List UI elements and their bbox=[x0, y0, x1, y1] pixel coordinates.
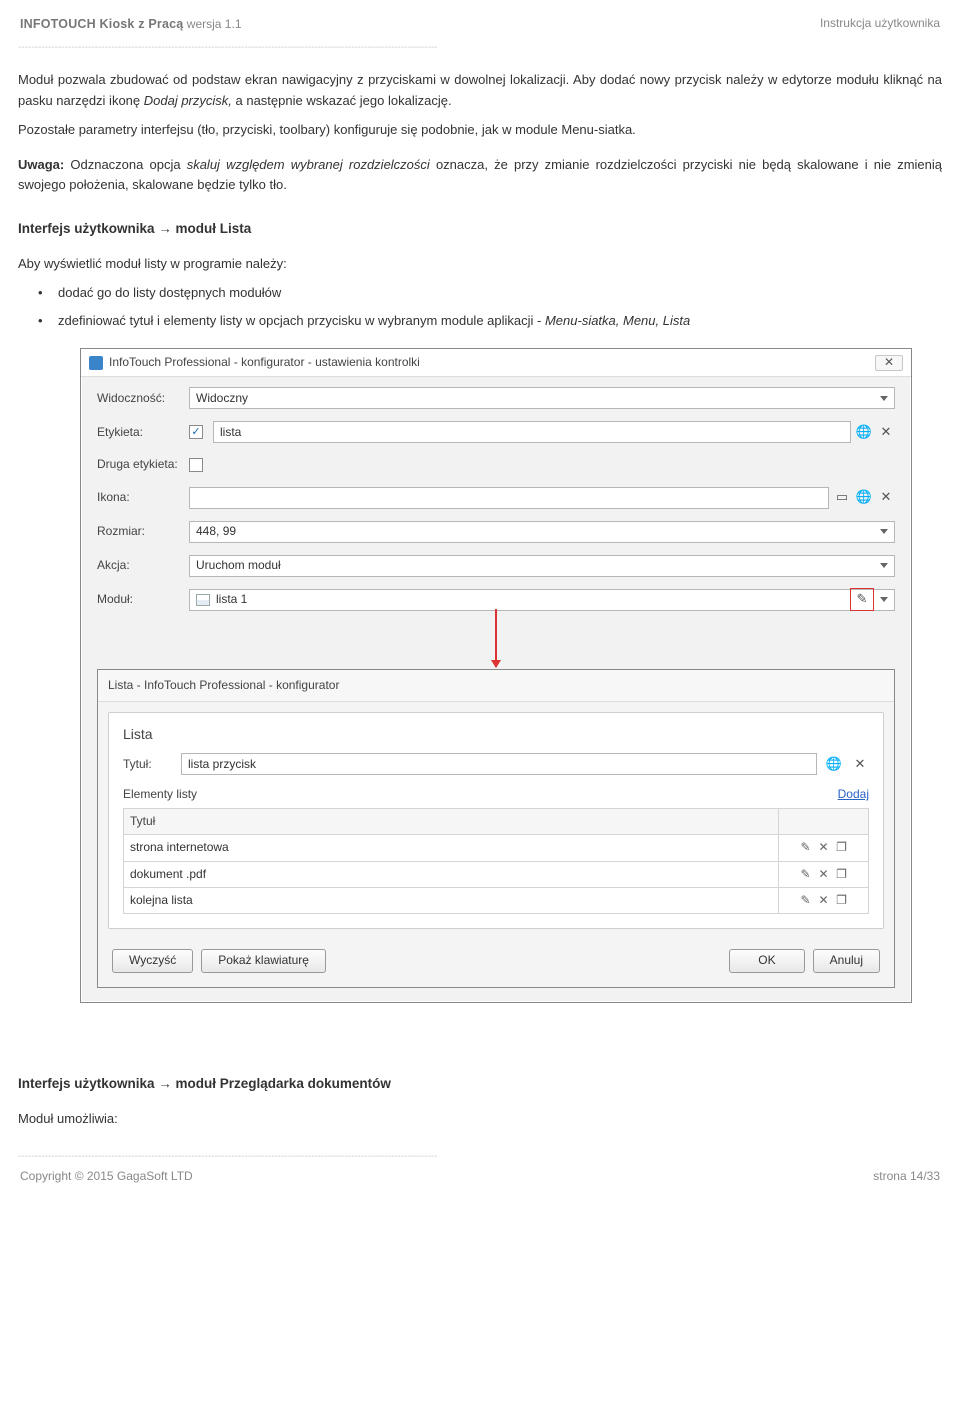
edit-icon[interactable]: ✎ bbox=[797, 891, 815, 910]
footer-copyright: Copyright © 2015 GagaSoft LTD bbox=[20, 1167, 193, 1186]
label-etykieta: Etykieta: bbox=[97, 423, 189, 442]
titlebar: InfoTouch Professional - konfigurator - … bbox=[81, 349, 911, 377]
copy-icon[interactable]: ❐ bbox=[833, 838, 851, 857]
label-ikona: Ikona: bbox=[97, 488, 189, 507]
folder-icon[interactable]: ▭ bbox=[833, 489, 851, 507]
list-intro: Aby wyświetlić moduł listy w programie n… bbox=[18, 254, 942, 275]
product-name: INFOTOUCH Kiosk z Pracą bbox=[20, 17, 183, 31]
item-title: dokument .pdf bbox=[124, 861, 779, 887]
button-ok[interactable]: OK bbox=[729, 949, 804, 973]
list-module-icon bbox=[196, 594, 210, 606]
label-elementy-listy: Elementy listy bbox=[123, 785, 197, 804]
select-widocznosc[interactable]: Widoczny bbox=[189, 387, 895, 409]
page-footer: Copyright © 2015 GagaSoft LTD strona 14/… bbox=[18, 1167, 942, 1200]
table-row: dokument .pdf ✎✕❐ bbox=[124, 861, 869, 887]
edit-icon: ✎ bbox=[853, 590, 871, 608]
items-table: Tytuł strona internetowa ✎✕❐ dokument .p… bbox=[123, 808, 869, 914]
button-anuluj[interactable]: Anuluj bbox=[813, 949, 880, 973]
clear-icon[interactable]: ✕ bbox=[877, 489, 895, 507]
label-tytul: Tytuł: bbox=[123, 755, 173, 774]
panel-heading: Lista bbox=[123, 723, 869, 745]
delete-icon[interactable]: ✕ bbox=[815, 838, 833, 857]
checkbox-druga-etykieta[interactable] bbox=[189, 458, 203, 472]
window-title: InfoTouch Professional - konfigurator - … bbox=[109, 353, 875, 372]
button-pokaz-klawiature[interactable]: Pokaż klawiaturę bbox=[201, 949, 326, 973]
section-heading-lista: Interfejs użytkownika → moduł Lista bbox=[18, 218, 942, 240]
globe-icon[interactable]: 🌐 bbox=[825, 755, 843, 773]
select-akcja[interactable]: Uruchom moduł bbox=[189, 555, 895, 577]
globe-icon[interactable]: 🌐 bbox=[855, 489, 873, 507]
delete-icon[interactable]: ✕ bbox=[815, 891, 833, 910]
select-rozmiar[interactable]: 448, 99 bbox=[189, 521, 895, 543]
clear-icon[interactable]: ✕ bbox=[851, 755, 869, 773]
header-right: Instrukcja użytkownika bbox=[820, 14, 940, 34]
bullet-list: dodać go do listy dostępnych modułów zde… bbox=[18, 283, 942, 333]
copy-icon[interactable]: ❐ bbox=[833, 865, 851, 884]
item-title: kolejna lista bbox=[124, 887, 779, 913]
select-modul[interactable]: lista 1 ✎ bbox=[189, 589, 895, 611]
inner-window-title: Lista - InfoTouch Professional - konfigu… bbox=[98, 670, 894, 702]
app-icon bbox=[89, 356, 103, 370]
col-header-tytul: Tytuł bbox=[124, 809, 779, 835]
page-header: INFOTOUCH Kiosk z Pracą wersja 1.1 Instr… bbox=[18, 14, 942, 38]
chevron-down-icon bbox=[880, 563, 888, 568]
label-druga-etykieta: Druga etykieta: bbox=[97, 455, 189, 474]
label-modul: Moduł: bbox=[97, 590, 189, 609]
table-row: kolejna lista ✎✕❐ bbox=[124, 887, 869, 913]
chevron-down-icon bbox=[880, 529, 888, 534]
button-wyczysc[interactable]: Wyczyść bbox=[112, 949, 193, 973]
footer-separator: ----------------------------------------… bbox=[18, 1149, 942, 1165]
link-dodaj[interactable]: Dodaj bbox=[838, 785, 869, 804]
globe-icon[interactable]: 🌐 bbox=[855, 423, 873, 441]
window-lista-konfigurator: Lista - InfoTouch Professional - konfigu… bbox=[97, 669, 895, 989]
intro-paragraph-1: Moduł pozwala zbudować od podstaw ekran … bbox=[18, 70, 942, 112]
copy-icon[interactable]: ❐ bbox=[833, 891, 851, 910]
edit-icon[interactable]: ✎ bbox=[797, 865, 815, 884]
header-separator: ----------------------------------------… bbox=[18, 40, 942, 56]
label-rozmiar: Rozmiar: bbox=[97, 522, 189, 541]
sec2-paragraph: Moduł umożliwia: bbox=[18, 1109, 942, 1130]
edit-module-button[interactable]: ✎ bbox=[850, 588, 874, 611]
edit-icon[interactable]: ✎ bbox=[797, 838, 815, 857]
input-ikona[interactable] bbox=[189, 487, 829, 509]
label-akcja: Akcja: bbox=[97, 556, 189, 575]
input-tytul[interactable]: lista przycisk bbox=[181, 753, 817, 775]
bullet-item: dodać go do listy dostępnych modułów bbox=[58, 283, 942, 304]
header-left: INFOTOUCH Kiosk z Pracą wersja 1.1 bbox=[20, 14, 242, 34]
section-heading-przegladarka: Interfejs użytkownika → moduł Przeglądar… bbox=[18, 1073, 942, 1095]
table-row: strona internetowa ✎✕❐ bbox=[124, 835, 869, 861]
product-version: wersja 1.1 bbox=[187, 17, 242, 31]
window-konfigurator: InfoTouch Professional - konfigurator - … bbox=[80, 348, 912, 1003]
footer-page-number: strona 14/33 bbox=[873, 1167, 940, 1186]
chevron-down-icon bbox=[880, 396, 888, 401]
checkbox-etykieta[interactable] bbox=[189, 425, 203, 439]
intro-paragraph-2: Pozostałe parametry interfejsu (tło, prz… bbox=[18, 120, 942, 141]
screenshot-container: InfoTouch Professional - konfigurator - … bbox=[18, 342, 942, 1003]
delete-icon[interactable]: ✕ bbox=[815, 865, 833, 884]
label-widocznosc: Widoczność: bbox=[97, 389, 189, 408]
chevron-down-icon bbox=[880, 597, 888, 602]
clear-icon[interactable]: ✕ bbox=[877, 423, 895, 441]
item-title: strona internetowa bbox=[124, 835, 779, 861]
input-etykieta[interactable]: lista bbox=[213, 421, 851, 443]
bullet-item: zdefiniować tytuł i elementy listy w opc… bbox=[58, 311, 942, 332]
note-paragraph: Uwaga: Odznaczona opcja skaluj względem … bbox=[18, 155, 942, 197]
close-icon[interactable]: ✕ bbox=[875, 355, 903, 371]
